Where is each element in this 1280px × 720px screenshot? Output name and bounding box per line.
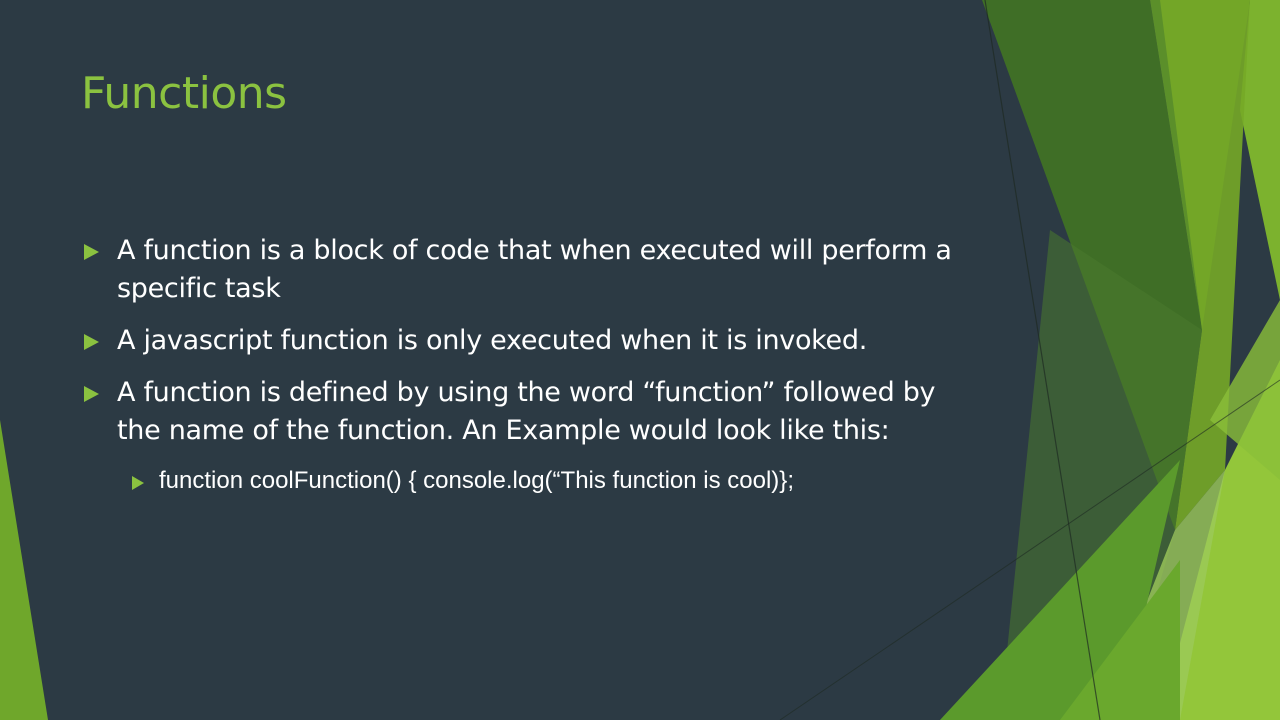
- code-example-text: function coolFunction() { console.log(“T…: [159, 467, 794, 494]
- bullet-item: A function is a block of code that when …: [84, 232, 964, 308]
- bullet-text: A javascript function is only executed w…: [117, 325, 867, 356]
- bullet-item: A javascript function is only executed w…: [84, 322, 964, 360]
- slide-title: Functions: [81, 68, 287, 119]
- bullet-text: A function is defined by using the word …: [117, 377, 936, 446]
- triangle-bullet-icon: [132, 476, 144, 490]
- bullet-list: A function is a block of code that when …: [84, 232, 964, 498]
- bullet-item: A function is defined by using the word …: [84, 374, 964, 450]
- triangle-bullet-icon: [84, 334, 99, 350]
- sub-bullet-item: function coolFunction() { console.log(“T…: [84, 464, 964, 498]
- bullet-text: A function is a block of code that when …: [117, 235, 952, 304]
- slide: Functions A function is a block of code …: [0, 0, 1280, 720]
- triangle-bullet-icon: [84, 244, 99, 260]
- triangle-bullet-icon: [84, 386, 99, 402]
